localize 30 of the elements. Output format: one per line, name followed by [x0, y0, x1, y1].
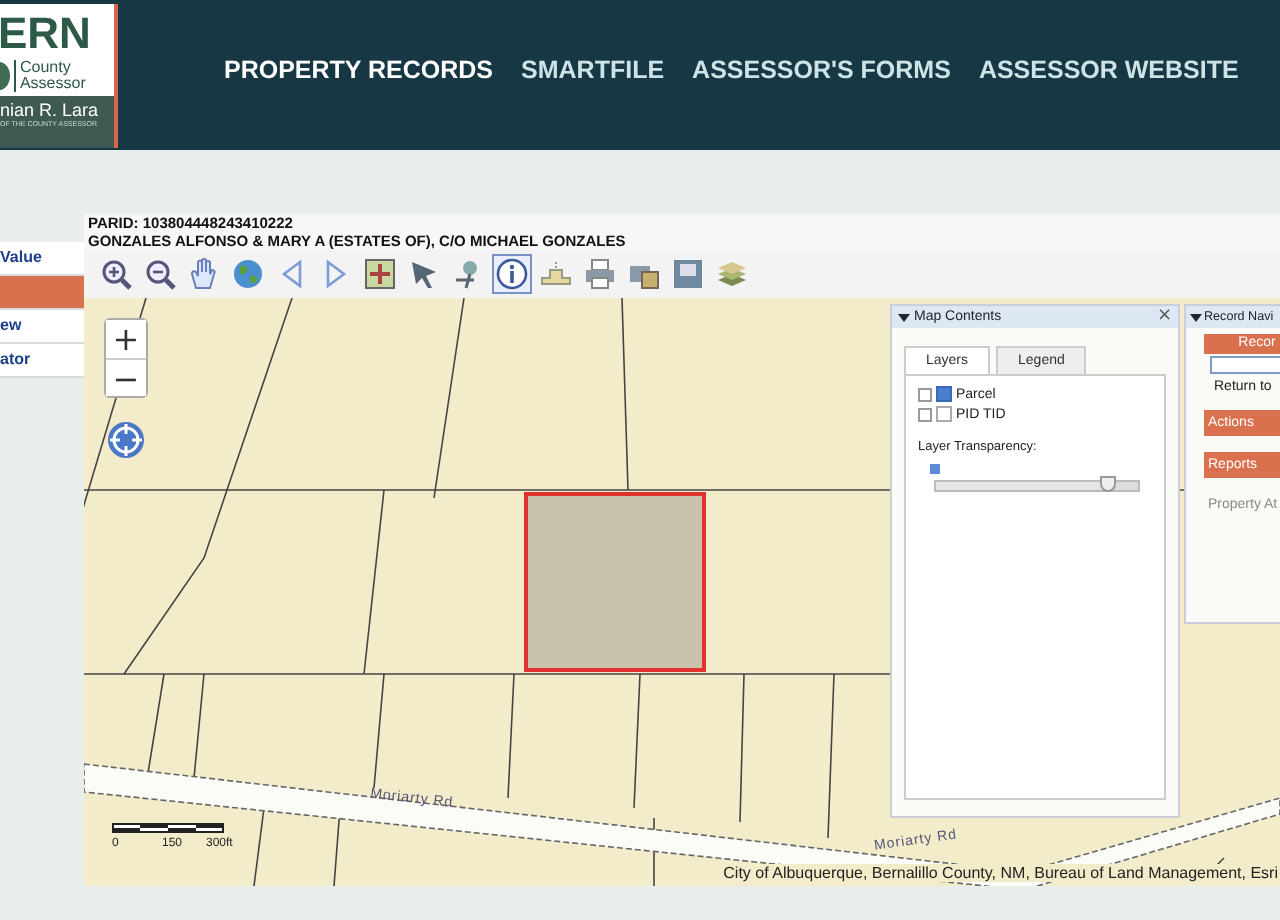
selected-sidebar-item[interactable] — [0, 276, 84, 310]
assessor-name: nian R. Lara — [0, 100, 101, 120]
layer-checkbox[interactable] — [936, 386, 952, 402]
print-icon[interactable] — [580, 254, 620, 294]
slider-thumb[interactable] — [1099, 476, 1116, 492]
zoom-out-button[interactable]: − — [106, 358, 146, 396]
collapse-caret-icon[interactable] — [898, 313, 910, 321]
nav-link[interactable]: SMARTFILE — [521, 56, 665, 84]
locate-icon[interactable] — [106, 420, 146, 460]
slider-value-marker — [930, 464, 940, 474]
map-attribution: City of Albuquerque, Bernalillo County, NM, Bureau of Land Management, Esri — [721, 864, 1280, 882]
logo-subtitle: County Assessor — [13, 60, 114, 92]
parcel-map[interactable] — [84, 298, 1280, 886]
globe-icon[interactable] — [228, 254, 268, 294]
sidebar-item[interactable]: ator — [0, 344, 84, 378]
close-button[interactable]: × — [1156, 308, 1172, 326]
save-icon[interactable] — [668, 254, 708, 294]
nav-link[interactable]: ASSESSOR WEBSITE — [978, 56, 1239, 84]
logo-wordmark: ERN — [0, 12, 93, 56]
scale-bar-icon — [112, 822, 224, 834]
collapse-caret-icon[interactable] — [1190, 313, 1202, 321]
sidebar-item[interactable]: ew — [0, 310, 84, 344]
record-input-field[interactable] — [1210, 356, 1280, 374]
sidebar-item[interactable]: Value — [0, 242, 84, 276]
nav-link[interactable]: PROPERTY RECORDS — [224, 56, 494, 84]
map-icon[interactable] — [360, 254, 400, 294]
layer-checkbox[interactable] — [936, 406, 952, 422]
selected-parcel[interactable] — [524, 492, 706, 672]
nav-link[interactable]: ASSESSOR'S FORMS — [692, 56, 951, 84]
identify-icon[interactable] — [492, 254, 532, 294]
